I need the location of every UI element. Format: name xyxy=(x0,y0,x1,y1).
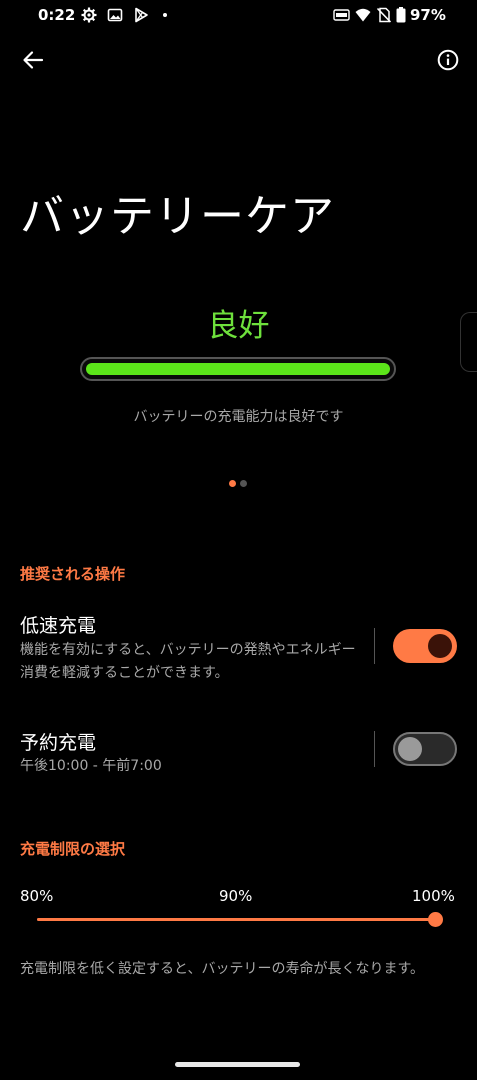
scheduled-charging-toggle[interactable] xyxy=(393,732,457,766)
back-button[interactable] xyxy=(13,40,53,80)
battery-care-screen: 0:22 97% バッテリーケア 良好 バッテリーの充電能力は良好です 推奨され… xyxy=(0,0,477,1080)
charge-limit-label-80: 80% xyxy=(20,887,54,905)
battery-percent: 97% xyxy=(410,6,446,24)
status-bar: 0:22 97% xyxy=(0,0,477,30)
battery-health-description: バッテリーの充電能力は良好です xyxy=(133,409,344,425)
battery-health-bar-fill xyxy=(86,363,390,375)
toggle-thumb xyxy=(398,737,422,761)
gesture-navigation-bar[interactable] xyxy=(175,1062,300,1067)
back-arrow-icon xyxy=(23,51,44,69)
charge-limit-label-100: 100% xyxy=(412,887,455,905)
slow-charging-toggle[interactable] xyxy=(393,629,457,663)
recommended-actions-header: 推奨される操作 xyxy=(20,565,126,583)
page-dot xyxy=(240,480,247,487)
gear-icon xyxy=(81,7,97,23)
row-divider xyxy=(374,731,375,767)
slow-charging-description: 機能を有効にすると、バッテリーの発熱やエネルギー消費を軽減することができます。 xyxy=(20,642,356,681)
row-divider xyxy=(374,628,375,664)
charge-limit-label-90: 90% xyxy=(219,887,253,905)
notification-dot xyxy=(163,13,167,17)
no-sim-icon xyxy=(376,7,392,23)
image-icon xyxy=(107,8,123,22)
slow-charging-title: 低速充電 xyxy=(20,615,97,637)
info-icon xyxy=(437,49,459,71)
charge-limit-header: 充電制限の選択 xyxy=(20,840,126,858)
charge-limit-slider[interactable] xyxy=(37,912,443,927)
charge-limit-slider-fill xyxy=(37,918,435,921)
play-store-icon xyxy=(135,7,148,23)
wifi-icon xyxy=(355,8,371,22)
data-saver-icon xyxy=(333,9,350,21)
battery-icon xyxy=(396,7,406,23)
toggle-thumb xyxy=(428,634,452,658)
info-button[interactable] xyxy=(428,40,468,80)
charge-limit-slider-thumb[interactable] xyxy=(428,912,443,927)
page-dot xyxy=(229,480,236,487)
page-title: バッテリーケア xyxy=(20,191,335,242)
battery-health-bar xyxy=(80,357,396,381)
charge-limit-description: 充電制限を低く設定すると、バッテリーの寿命が長くなります。 xyxy=(20,961,425,977)
scheduled-charging-time: 午後10:00 - 午前7:00 xyxy=(20,758,162,774)
status-time: 0:22 xyxy=(38,6,76,24)
scheduled-charging-title: 予約充電 xyxy=(20,732,97,754)
battery-health-status: 良好 xyxy=(207,308,270,344)
